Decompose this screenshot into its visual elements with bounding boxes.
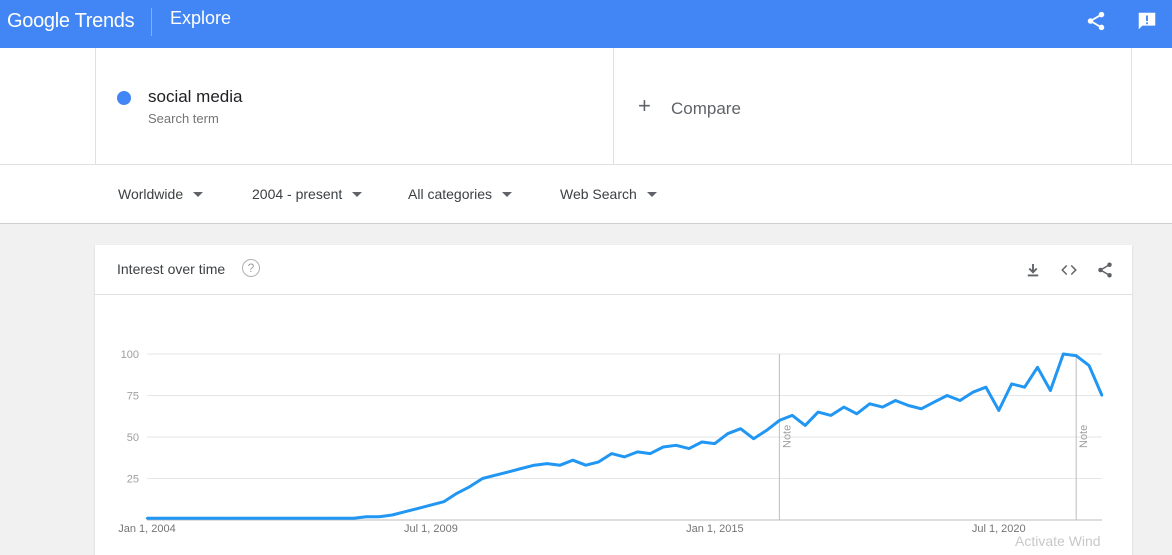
data-point xyxy=(894,399,897,402)
x-tick-label: Jan 1, 2004 xyxy=(118,523,176,535)
data-point xyxy=(636,450,639,454)
note-label: Note xyxy=(1078,425,1090,448)
data-point xyxy=(197,517,200,520)
data-point xyxy=(429,503,433,507)
data-point xyxy=(623,455,626,459)
data-point xyxy=(287,517,291,520)
data-point xyxy=(1036,366,1039,369)
data-point xyxy=(597,460,600,464)
data-point xyxy=(223,517,226,520)
data-point xyxy=(558,464,562,467)
data-point xyxy=(907,404,910,407)
data-point xyxy=(391,513,394,517)
data-point xyxy=(868,402,871,405)
data-point xyxy=(507,470,510,474)
data-point xyxy=(236,517,239,520)
data-point xyxy=(494,474,497,477)
data-point xyxy=(778,419,781,422)
data-point xyxy=(804,424,807,427)
data-point xyxy=(958,399,962,402)
data-point xyxy=(945,394,949,397)
data-point xyxy=(791,414,794,417)
data-point xyxy=(816,410,820,414)
data-point xyxy=(649,452,652,455)
interest-line-chart: 25 50 75 100 Jan 1, 2004 Jul 1, 2009 Jan 1, 20… xyxy=(118,349,1104,535)
data-point xyxy=(365,515,368,518)
data-point xyxy=(855,412,858,415)
data-point xyxy=(997,409,1000,412)
data-point xyxy=(210,517,213,520)
data-point xyxy=(829,414,833,417)
data-point xyxy=(1087,364,1091,367)
data-point xyxy=(158,517,162,520)
data-point xyxy=(403,510,407,513)
data-point xyxy=(700,440,704,444)
data-point xyxy=(687,447,691,450)
series-line-social-media xyxy=(147,352,1104,520)
data-point xyxy=(326,517,329,520)
data-point xyxy=(416,507,420,510)
data-point xyxy=(765,429,768,432)
data-point xyxy=(481,477,484,480)
data-point xyxy=(920,407,923,410)
data-point xyxy=(184,517,187,520)
data-point xyxy=(1100,394,1104,397)
data-point xyxy=(339,517,342,520)
data-point xyxy=(545,462,549,465)
y-tick-label: 75 xyxy=(127,391,139,403)
data-point xyxy=(726,432,729,435)
data-point xyxy=(933,400,936,404)
data-point xyxy=(739,427,742,430)
data-point xyxy=(713,442,716,445)
data-point xyxy=(752,437,755,440)
data-point xyxy=(610,452,613,455)
data-point xyxy=(274,517,278,520)
data-point xyxy=(584,464,587,467)
x-tick-label: Jan 1, 2015 xyxy=(686,523,744,535)
data-point xyxy=(842,405,846,409)
data-point xyxy=(468,485,471,488)
data-point xyxy=(520,467,523,470)
x-tick-label: Jul 1, 2009 xyxy=(404,523,458,535)
data-point xyxy=(984,386,988,389)
note-label: Note xyxy=(781,425,793,448)
data-point xyxy=(378,515,381,518)
data-point xyxy=(674,444,678,447)
data-point xyxy=(1049,389,1052,392)
data-point xyxy=(971,391,975,394)
data-point xyxy=(313,517,316,520)
data-point xyxy=(455,492,458,495)
data-point xyxy=(145,517,149,520)
y-tick-label: 100 xyxy=(121,349,139,361)
watermark-text: Activate Wind xyxy=(1015,533,1101,549)
y-tick-label: 50 xyxy=(127,432,139,444)
data-point xyxy=(442,500,445,503)
data-point xyxy=(1010,382,1013,386)
data-point xyxy=(1023,386,1026,389)
data-point xyxy=(300,517,304,520)
data-point xyxy=(249,517,252,520)
data-point xyxy=(171,517,174,520)
data-point xyxy=(881,405,884,409)
data-point xyxy=(261,517,265,520)
data-point xyxy=(571,459,575,462)
y-tick-label: 25 xyxy=(127,474,139,486)
data-point xyxy=(1075,354,1078,357)
data-point xyxy=(1062,352,1065,356)
data-point xyxy=(662,445,665,449)
data-point xyxy=(352,517,355,520)
data-point xyxy=(533,464,536,467)
